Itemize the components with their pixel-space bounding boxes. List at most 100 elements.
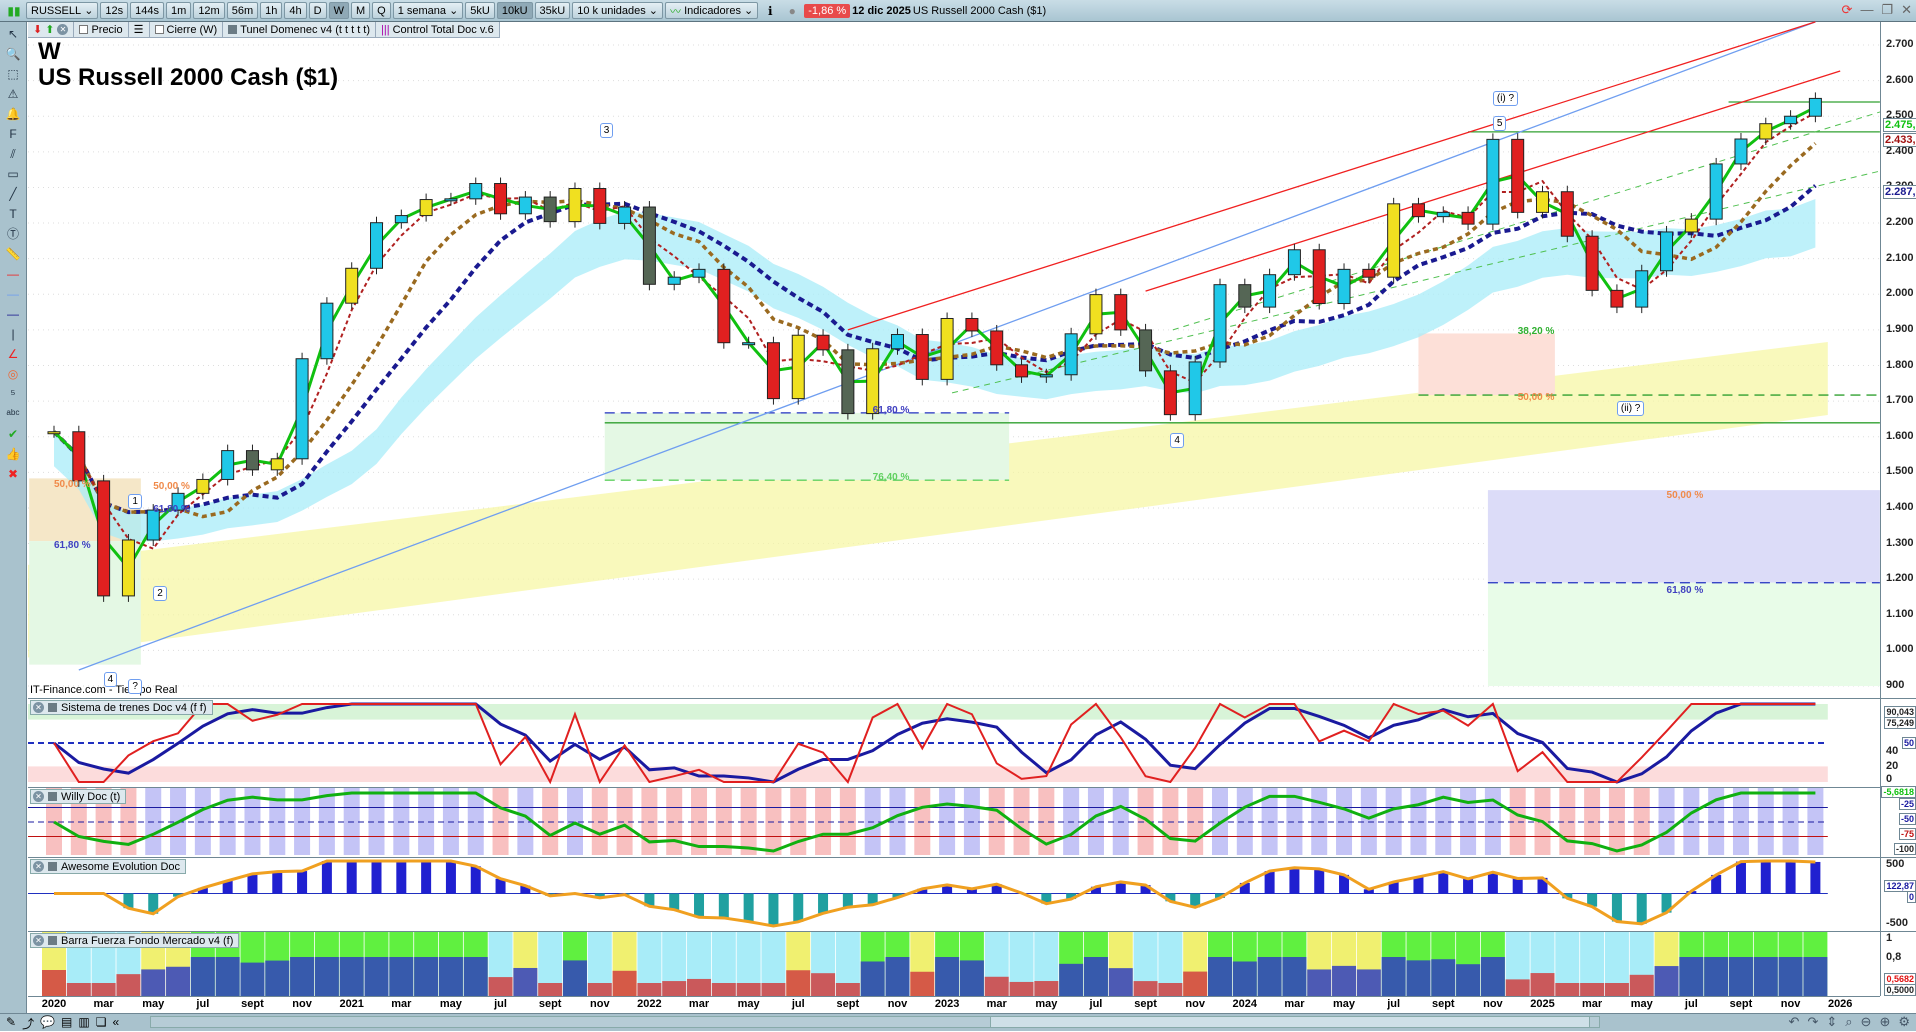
regime-band	[418, 787, 434, 855]
fib-label: 61,80 %	[153, 504, 190, 515]
force-bar	[613, 971, 637, 996]
force-bar	[1134, 981, 1158, 996]
force-bar	[42, 970, 66, 996]
time-label: mar	[1284, 998, 1304, 1010]
window-icon[interactable]: ❏	[96, 1015, 107, 1032]
force-bar	[414, 957, 438, 996]
histogram-bar	[1438, 872, 1448, 894]
wave-label[interactable]: 1	[128, 494, 142, 509]
close-panel-icon[interactable]: ✕	[33, 935, 44, 946]
time-label: jul	[494, 998, 507, 1010]
zoom-in-icon[interactable]: ⊕	[1879, 1014, 1890, 1030]
candle	[321, 303, 333, 359]
share-icon[interactable]: ⤴	[22, 1015, 34, 1032]
collapse-icon[interactable]: «	[112, 1015, 119, 1032]
autoscale-icon[interactable]: ⇕	[1826, 1014, 1837, 1030]
regime-band	[1683, 787, 1699, 855]
histogram-bar	[471, 866, 481, 893]
force-bar	[1580, 983, 1604, 996]
force-bar	[1531, 973, 1555, 996]
time-label: nov	[1781, 998, 1801, 1010]
panel-divider[interactable]	[28, 787, 1916, 788]
report-icon[interactable]: ▤	[61, 1015, 72, 1032]
candle	[48, 432, 60, 434]
chart-canvas[interactable]	[0, 0, 1916, 1031]
force-bar	[1630, 975, 1654, 996]
force-bar	[1431, 959, 1455, 996]
force-bar	[1754, 957, 1778, 996]
candle	[470, 184, 482, 199]
settings-icon[interactable]: ⚙	[1898, 1014, 1910, 1030]
panel-divider[interactable]	[28, 857, 1916, 858]
candle	[1785, 116, 1797, 123]
candle	[197, 479, 209, 493]
chat-icon[interactable]: 💬	[40, 1015, 55, 1032]
time-label: may	[440, 998, 462, 1010]
time-label: mar	[94, 998, 114, 1010]
zoom-fit-icon[interactable]: ⌕	[1845, 1014, 1852, 1030]
regime-band	[1733, 787, 1749, 855]
zoom-out-icon[interactable]: ⊖	[1861, 1014, 1872, 1030]
scrollbar-thumb[interactable]	[990, 1016, 1590, 1028]
histogram-bar	[372, 861, 382, 894]
force-bar	[1084, 957, 1108, 996]
histogram-bar	[1637, 894, 1647, 924]
wave-label[interactable]: 3	[600, 123, 614, 138]
force-bar	[191, 957, 215, 996]
histogram-bar	[1786, 861, 1796, 894]
close-panel-icon[interactable]: ✕	[33, 702, 44, 713]
panel-tick: 40	[1886, 745, 1898, 757]
histogram-bar	[1488, 872, 1498, 893]
wave-label[interactable]: 4	[104, 672, 118, 687]
force-bar	[1158, 983, 1182, 996]
wave-label[interactable]: (i) ?	[1493, 91, 1518, 106]
force-bar	[464, 957, 488, 996]
price-tag: 2.433,2	[1883, 133, 1916, 147]
wave-label[interactable]: 2	[153, 586, 167, 601]
histogram-bar	[446, 861, 456, 894]
time-label: sept	[539, 998, 562, 1010]
regime-band	[393, 787, 409, 855]
candle	[420, 200, 432, 216]
fib-label: 38,20 %	[1518, 326, 1555, 337]
regime-band	[815, 787, 831, 855]
close-panel-icon[interactable]: ✕	[33, 791, 44, 802]
candle	[1313, 250, 1325, 304]
candle	[966, 318, 978, 330]
force-bar	[1258, 957, 1282, 996]
undo-icon[interactable]: ↶	[1789, 1014, 1800, 1030]
time-label: may	[1035, 998, 1057, 1010]
candle	[1809, 98, 1821, 116]
regime-band	[1485, 787, 1501, 855]
force-bar	[216, 957, 240, 996]
force-bar	[563, 960, 587, 996]
redo-icon[interactable]: ↷	[1807, 1014, 1818, 1030]
wave-label[interactable]: ?	[128, 679, 142, 694]
time-label: jul	[1685, 998, 1698, 1010]
candle	[445, 199, 457, 201]
close-panel-icon[interactable]: ✕	[33, 861, 44, 872]
fib-label: 61,80 %	[54, 540, 91, 551]
wave-label[interactable]: (ii) ?	[1617, 401, 1644, 416]
force-bar	[141, 969, 165, 996]
time-label: mar	[391, 998, 411, 1010]
histogram-bar	[1463, 879, 1473, 894]
regime-band	[741, 787, 757, 855]
histogram-bar	[669, 894, 679, 910]
regime-band	[765, 787, 781, 855]
wave-label[interactable]: 4	[1170, 433, 1184, 448]
wave-label[interactable]: 5	[1493, 116, 1507, 131]
regime-band	[592, 787, 608, 855]
panel-divider[interactable]	[28, 931, 1916, 932]
force-bar	[712, 983, 736, 996]
panel-divider[interactable]	[28, 698, 1916, 699]
histogram-bar	[793, 894, 803, 922]
regime-band	[145, 787, 161, 855]
regime-band	[716, 787, 732, 855]
price-tag: 2.475,7	[1883, 118, 1916, 132]
force-bar	[389, 957, 413, 996]
time-label: may	[142, 998, 164, 1010]
histogram-bar	[1736, 862, 1746, 894]
pencil-icon[interactable]: ✎	[6, 1015, 16, 1032]
layout-icon[interactable]: ▥	[78, 1015, 89, 1032]
